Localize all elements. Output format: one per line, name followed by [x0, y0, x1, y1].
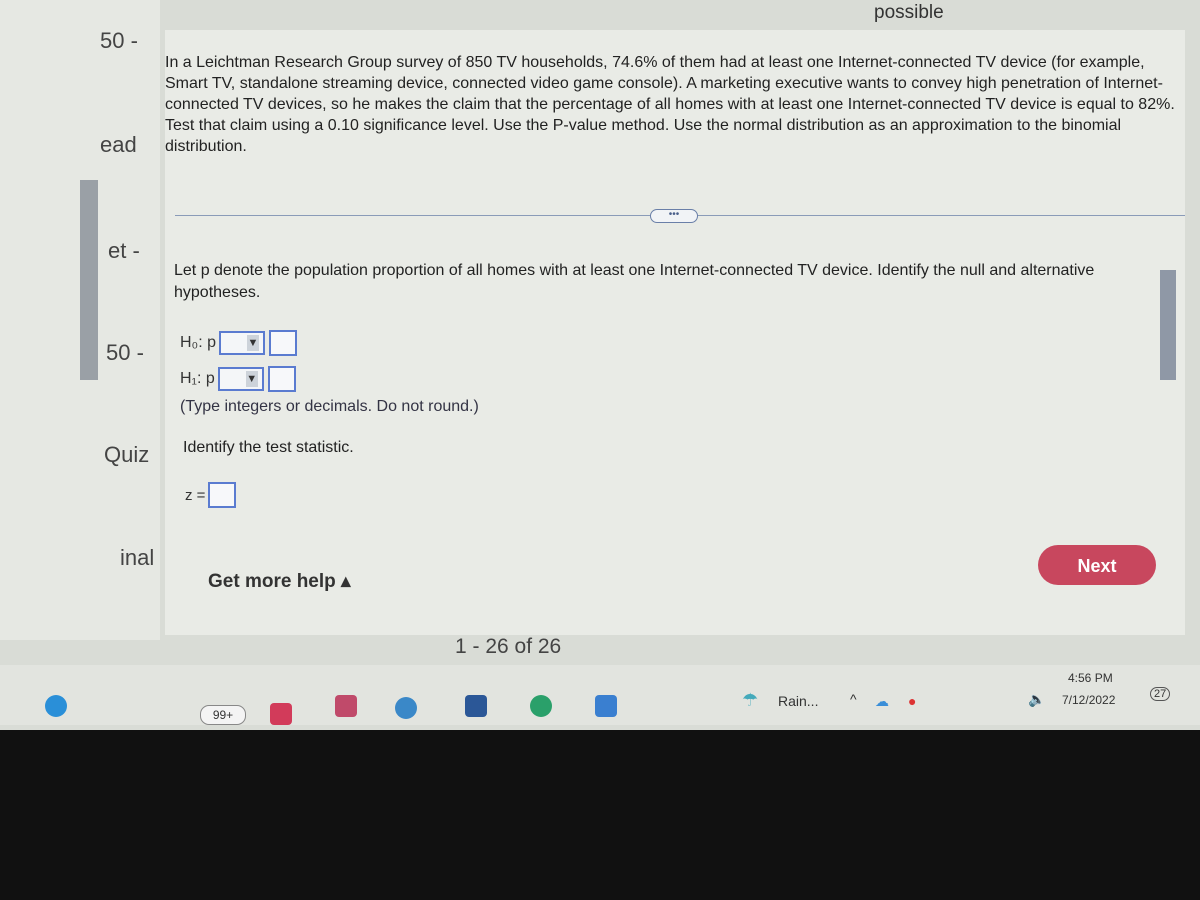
null-hypothesis-row: H₀: p ▼: [180, 330, 297, 356]
edge-icon[interactable]: [530, 695, 552, 717]
store-icon[interactable]: [595, 695, 617, 717]
antivirus-icon[interactable]: ●: [908, 693, 916, 709]
h1-label: H₁: p: [180, 370, 215, 387]
screen: 50 - ead et - 50 - Quiz inal possible In…: [0, 0, 1200, 730]
alt-hypothesis-row: H₁: p ▼: [180, 366, 296, 392]
volume-icon[interactable]: 🔈: [1028, 691, 1045, 708]
z-row: z =: [185, 482, 237, 508]
sidebar-label: 50 -: [106, 340, 144, 365]
left-sidebar: 50 - ead et - 50 - Quiz inal: [0, 0, 160, 640]
mail-badge[interactable]: 99+: [200, 705, 246, 725]
sidebar-link-quiz[interactable]: Quiz: [104, 442, 149, 468]
h1-value-input[interactable]: [267, 366, 296, 392]
dropdown-arrow-icon: ▼: [246, 335, 259, 351]
taskbar: 99+ ☂ Rain... ^ ☁ ● 🔈 4:56 PM 7/12/2022 …: [0, 665, 1200, 725]
sidebar-scrollbar[interactable]: [80, 180, 98, 380]
weather-text[interactable]: Rain...: [778, 693, 818, 709]
sidebar-label: 50 -: [100, 28, 138, 53]
clock-date[interactable]: 7/12/2022: [1062, 693, 1115, 707]
app-icon[interactable]: [270, 703, 292, 725]
points-possible: possible: [874, 2, 944, 23]
z-input[interactable]: [208, 482, 237, 508]
h1-operator-select[interactable]: ▼: [217, 367, 264, 391]
edge-icon[interactable]: [45, 695, 67, 717]
get-more-help-button[interactable]: Get more help ▴: [208, 570, 351, 593]
h0-label: H₀: p: [180, 334, 216, 351]
dropdown-arrow-icon: ▼: [245, 371, 258, 387]
word-icon[interactable]: [465, 695, 487, 717]
app-icon[interactable]: [335, 695, 357, 717]
sidebar-label: ead: [100, 132, 137, 157]
clock-time[interactable]: 4:56 PM: [1068, 671, 1113, 685]
browser-icon[interactable]: [395, 697, 417, 719]
sidebar-link-final[interactable]: inal: [120, 545, 154, 571]
input-note: (Type integers or decimals. Do not round…: [180, 398, 479, 415]
notifications-badge[interactable]: 27: [1150, 687, 1171, 701]
expand-button[interactable]: •••: [650, 209, 698, 223]
scrollbar-thumb[interactable]: [1160, 270, 1176, 380]
h0-operator-select[interactable]: ▼: [218, 331, 265, 355]
next-button[interactable]: Next: [1038, 545, 1156, 585]
weather-icon[interactable]: ☂: [742, 690, 762, 712]
question-prompt: Let p denote the population proportion o…: [174, 262, 1095, 301]
z-label: z =: [185, 486, 206, 504]
test-statistic-prompt: Identify the test statistic.: [183, 439, 354, 456]
problem-statement: In a Leichtman Research Group survey of …: [165, 54, 1175, 155]
chevron-up-icon[interactable]: ^: [850, 691, 857, 707]
onedrive-icon[interactable]: ☁: [875, 693, 889, 710]
pager: 1 - 26 of 26: [455, 635, 562, 658]
sidebar-label: et -: [108, 238, 140, 263]
h0-value-input[interactable]: [268, 330, 297, 356]
